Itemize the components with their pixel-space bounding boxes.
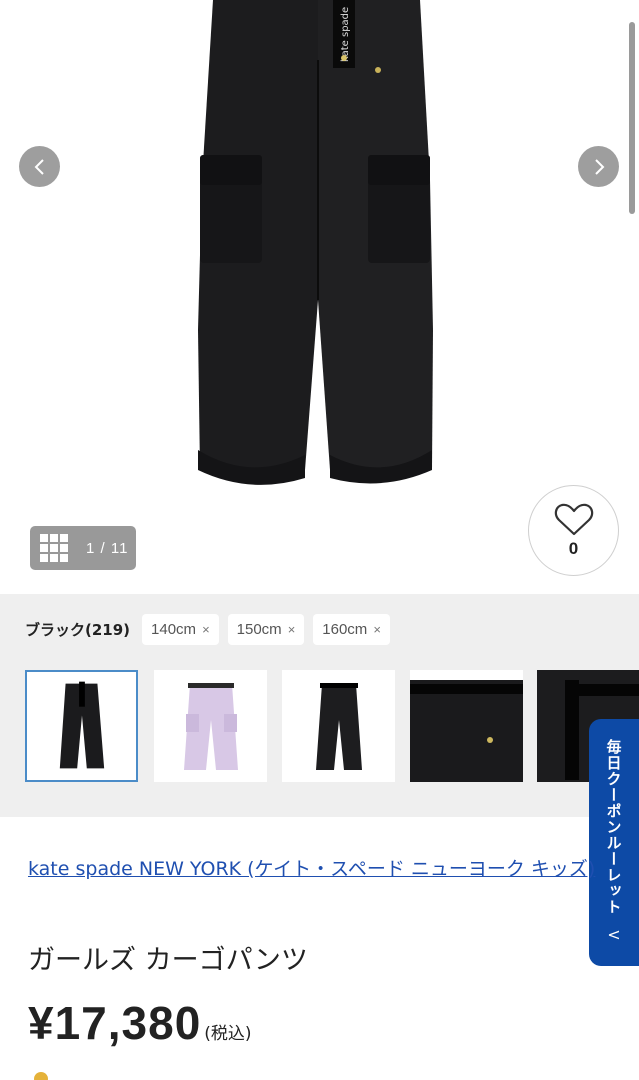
size-chip-160[interactable]: 160cm ×	[313, 613, 390, 645]
thumbnail-image	[410, 680, 523, 782]
thumbnail-waist-detail[interactable]	[410, 670, 523, 782]
svg-text:kate spade: kate spade	[340, 7, 351, 62]
thumbnail-strip[interactable]	[25, 670, 639, 782]
chevron-left-icon: <	[607, 925, 621, 944]
color-label: ブラック(219)	[25, 620, 131, 639]
tax-note: (税込)	[204, 1024, 252, 1044]
close-icon: ×	[287, 621, 296, 637]
coupon-roulette-tab[interactable]: 毎日クーポンルーレット <	[589, 719, 639, 966]
favorite-count: 0	[568, 538, 579, 558]
size-chip-label: 140cm	[151, 620, 197, 638]
coupon-label: 毎日クーポンルーレット	[604, 739, 623, 915]
brand-link[interactable]: kate spade NEW YORK (ケイト・スペード ニューヨーク キッズ…	[28, 851, 596, 887]
page-scrollbar[interactable]	[629, 22, 635, 214]
image-counter: 1 / 11	[86, 539, 129, 557]
price-amount: ¥17,380	[28, 997, 202, 1049]
price-block: ¥17,380 (税込)	[28, 996, 252, 1050]
close-icon: ×	[373, 621, 381, 637]
product-title: ガールズ カーゴパンツ	[28, 945, 308, 976]
close-icon: ×	[202, 621, 210, 637]
chevron-left-icon	[34, 158, 44, 175]
variant-section: ブラック(219) 140cm × 150cm × 160cm ×	[0, 594, 639, 817]
size-chip-140[interactable]: 140cm ×	[142, 613, 219, 645]
thumbnail-lavender[interactable]	[154, 670, 267, 782]
badge-icon	[34, 1072, 48, 1080]
size-chip-label: 160cm	[322, 620, 368, 638]
thumbnail-black[interactable]	[25, 670, 138, 782]
prev-image-button[interactable]	[19, 146, 60, 187]
variant-chips: ブラック(219) 140cm × 150cm × 160cm ×	[25, 613, 399, 645]
thumbnail-image	[59, 681, 105, 769]
product-image-gallery[interactable]: kate spade 1 / 11 0	[0, 0, 639, 594]
heart-icon	[554, 503, 593, 535]
next-image-button[interactable]	[578, 146, 619, 187]
size-chip-label: 150cm	[236, 620, 282, 638]
thumbnail-image	[316, 683, 362, 770]
favorite-button[interactable]: 0	[528, 485, 619, 576]
image-list-button[interactable]: 1 / 11	[30, 526, 136, 570]
grid-icon	[40, 534, 68, 562]
size-chip-150[interactable]: 150cm ×	[227, 613, 305, 645]
thumbnail-black-2[interactable]	[282, 670, 395, 782]
chevron-right-icon	[594, 158, 604, 175]
thumbnail-image	[184, 683, 238, 770]
